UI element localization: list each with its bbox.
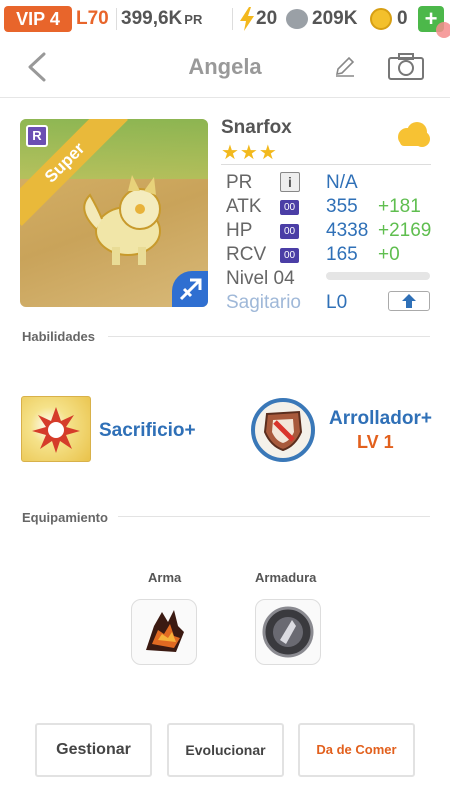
page-title: Angela (188, 54, 262, 79)
armor-shield-icon (262, 606, 314, 658)
skill-name-sacrificio[interactable]: Sacrificio+ (99, 420, 196, 442)
zodiac-corner-badge (172, 271, 208, 307)
upgrade-zodiac-button[interactable] (388, 291, 430, 311)
armor-slot[interactable] (255, 599, 321, 665)
pet-portrait-card[interactable]: Super R (20, 119, 208, 307)
coin-value: 0 (397, 8, 408, 29)
shield-icon (263, 410, 303, 452)
skill-level-arrollador: LV 1 (357, 432, 394, 452)
page-header: Angela (0, 36, 450, 98)
stat-value-rcv: 165 (326, 244, 358, 265)
paw-food-icon (286, 9, 308, 29)
manage-button[interactable]: Gestionar (35, 723, 152, 777)
coin-icon (370, 8, 392, 30)
stat-value-pr: N/A (326, 172, 358, 193)
evolve-button[interactable]: Evolucionar (167, 723, 284, 777)
power-unit: PR (184, 12, 203, 27)
player-level: L70 (76, 8, 109, 29)
top-status-bar: VIP 4 L70 399,6K PR 20 209K 0 + (0, 0, 450, 38)
sacrifice-skill-icon[interactable] (21, 396, 91, 462)
power-number: 399,6K (121, 8, 183, 29)
power-value: 399,6K PR (121, 6, 202, 32)
sagittarius-arrow-icon (179, 278, 202, 301)
stat-value-atk: 355 (326, 196, 358, 217)
vip-badge[interactable]: VIP 4 (4, 6, 72, 32)
zodiac-label[interactable]: Sagitario (226, 292, 301, 314)
divider (232, 8, 233, 30)
explosion-icon (32, 407, 80, 453)
overrun-skill-icon[interactable] (251, 398, 315, 462)
cloud-element-icon[interactable] (395, 120, 431, 150)
stat-bonus-hp: +2169 (378, 220, 432, 241)
skills-section-title: Habilidades (22, 329, 95, 344)
skill-name-arrollador[interactable]: Arrollador+ (329, 408, 432, 430)
stat-label-pr: PR (226, 172, 253, 193)
divider (116, 8, 117, 30)
up-arrow-icon (402, 294, 416, 308)
stat-badge-hp: 00 (280, 224, 299, 239)
food-value: 209K (312, 8, 358, 29)
camera-icon[interactable] (388, 52, 424, 80)
rarity-badge: R (26, 125, 48, 147)
info-icon[interactable]: i (280, 172, 300, 192)
feed-button[interactable]: Da de Comer (298, 723, 415, 777)
star-rating: ★★★ (221, 142, 278, 164)
stat-label-rcv: RCV (226, 244, 267, 265)
divider (118, 516, 430, 517)
stat-bonus-rcv: +0 (378, 244, 400, 265)
zodiac-level: L0 (326, 292, 348, 313)
level-label: Nivel 04 (226, 268, 295, 289)
edit-pencil-icon[interactable] (334, 56, 356, 78)
stat-badge-rcv: 00 (280, 248, 299, 263)
stat-value-hp: 4338 (326, 220, 369, 241)
stat-bonus-atk: +181 (378, 196, 421, 217)
equipment-section-title: Equipamiento (22, 510, 108, 525)
energy-bolt-icon (240, 7, 254, 31)
weapon-claw-icon (146, 610, 184, 652)
divider (221, 164, 431, 165)
creature-illustration (83, 175, 161, 265)
weapon-slot[interactable] (131, 599, 197, 665)
stat-label-hp: HP (226, 220, 253, 241)
stat-label-atk: ATK (226, 196, 262, 217)
pet-name: Snarfox (221, 117, 292, 138)
weapon-label: Arma (148, 570, 182, 585)
stat-badge-atk: 00 (280, 200, 299, 215)
energy-value: 20 (256, 8, 278, 29)
armor-label: Armadura (255, 570, 317, 585)
divider (108, 336, 430, 337)
level-progress-bar (326, 272, 430, 280)
